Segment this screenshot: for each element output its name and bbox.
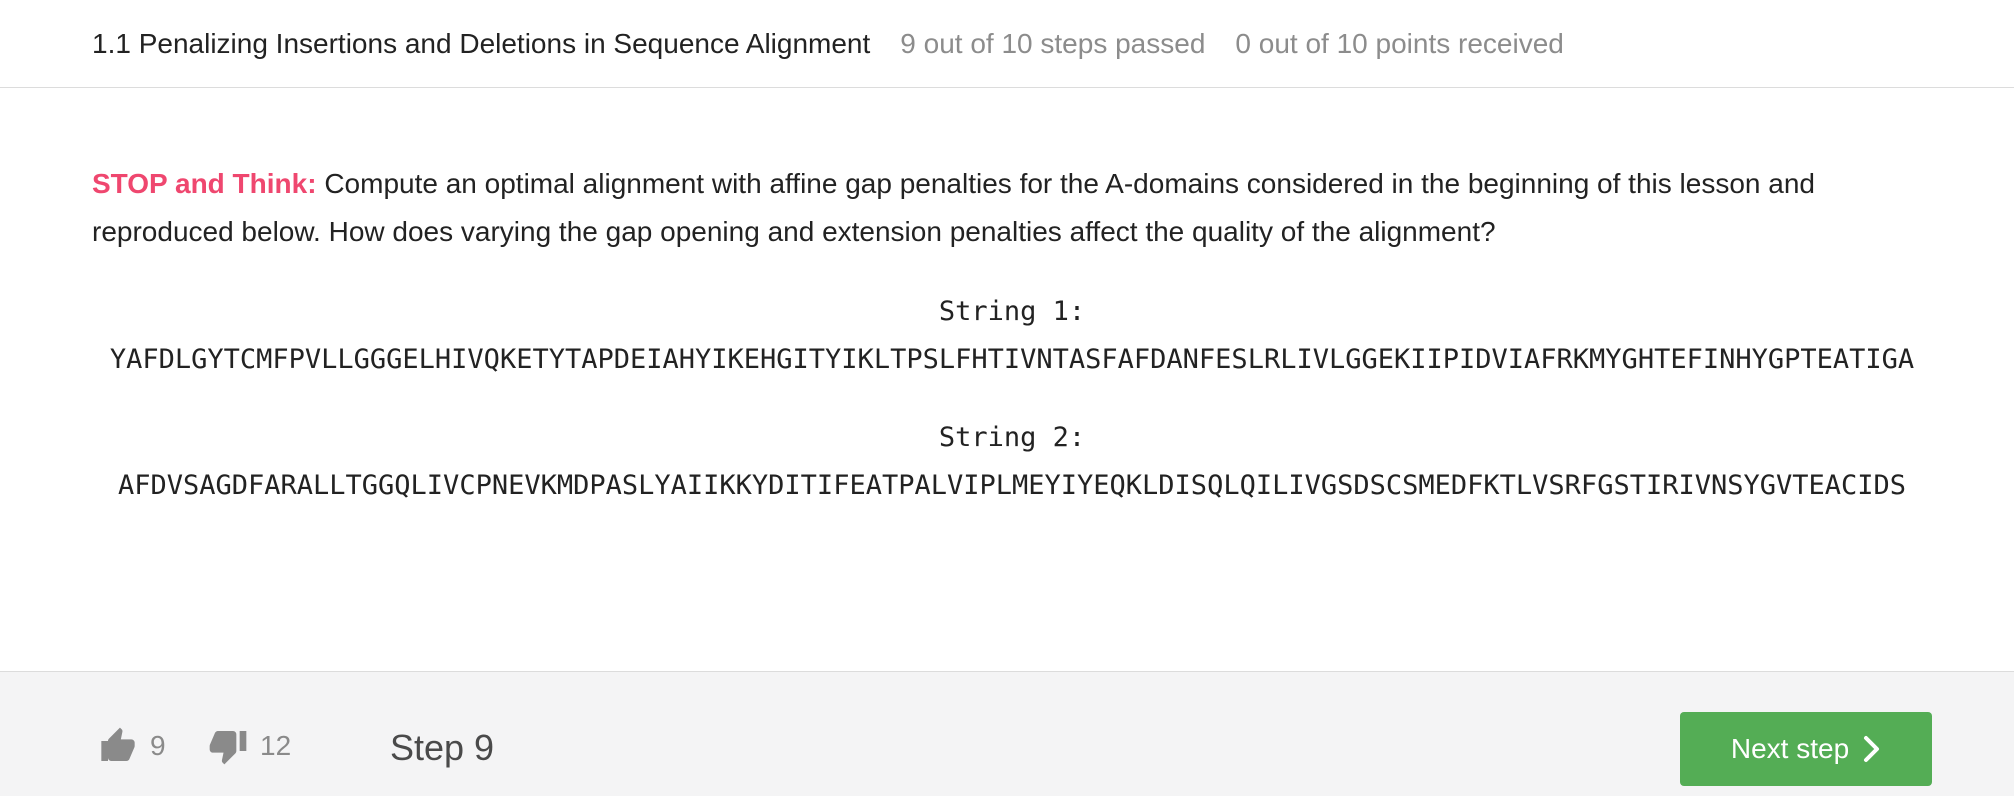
like-count: 9 — [150, 730, 166, 761]
chevron-right-icon — [1863, 735, 1881, 763]
thumbs-down-icon — [208, 726, 248, 766]
stop-and-think-label: STOP and Think: — [92, 168, 317, 199]
string2-sequence: AFDVSAGDFARALLTGGQLIVCPNEVKMDPASLYAIIKKY… — [117, 470, 1907, 501]
dislike-count: 12 — [260, 730, 292, 761]
next-step-label: Next step — [1730, 733, 1850, 764]
string1-label: String 1: — [938, 296, 1086, 327]
step-number: Step 9 — [390, 727, 495, 768]
string2-block: String 2: AFDVSAGDFARALLTGGQLIVCPNEVKMDP… — [92, 414, 1932, 510]
step-content: STOP and Think: Compute an optimal align… — [92, 160, 1932, 510]
like-button[interactable]: 9 — [98, 726, 166, 766]
dislike-button[interactable]: 12 — [208, 726, 291, 766]
steps-passed-status: 9 out of 10 steps passed — [900, 27, 1206, 59]
lesson-title: 1.1 Penalizing Insertions and Deletions … — [92, 27, 871, 59]
lesson-header: 1.1 Penalizing Insertions and Deletions … — [0, 0, 2014, 88]
prompt-paragraph: STOP and Think: Compute an optimal align… — [92, 160, 1932, 256]
next-step-button[interactable]: Next step — [1680, 712, 1932, 786]
prompt-text: Compute an optimal alignment with affine… — [92, 168, 1815, 247]
thumbs-up-icon — [98, 726, 138, 766]
string1-block: String 1: YAFDLGYTCMFPVLLGGGELHIVQKETYTA… — [92, 288, 1932, 384]
string2-label: String 2: — [938, 422, 1086, 453]
points-received-status: 0 out of 10 points received — [1235, 27, 1564, 59]
step-footer: 9 12 Step 9 Next step — [0, 671, 2014, 796]
string1-sequence: YAFDLGYTCMFPVLLGGGELHIVQKETYTAPDEIAHYIKE… — [109, 344, 1915, 375]
